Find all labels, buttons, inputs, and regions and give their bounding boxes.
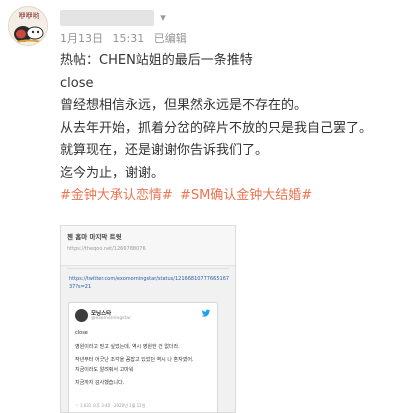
hashtag-link[interactable]: #金钟大承认恋情# xyxy=(60,188,173,203)
avatar-text: 咿咿哟 xyxy=(19,11,40,20)
post-meta: 1月13日 15:31 已编辑 xyxy=(60,30,193,46)
tweet-footer: ♡ 1,631 오후 3:40 · 2020년 1월 12일 xyxy=(75,403,146,408)
tweet-handle: @exomorningstar xyxy=(91,316,131,321)
chevron-down-icon[interactable]: ▾ xyxy=(156,11,170,25)
tweet-line: 지금까지 감사했습니다. xyxy=(75,380,125,386)
tweet-line: 영원이라고 믿고 싶었는데, 역시 영원한 건 없더라. xyxy=(75,343,180,350)
image-tweet-link: https://twitter.com/exomorningstar/statu… xyxy=(69,276,230,290)
cartoon-avatar-icon: 咿咿哟 xyxy=(9,7,47,45)
tweet-avatar xyxy=(75,309,88,322)
post-line: close xyxy=(60,75,94,91)
post-tags: #金钟大承认恋情# #SM确认金钟大结婚# xyxy=(60,185,396,208)
post-body: 热帖：CHEN站姐的最后一条推特 close 曾经想相信永远，但果然永远是不存在… xyxy=(60,50,396,208)
username[interactable] xyxy=(60,10,154,26)
tweet-text: close 영원이라고 믿고 싶었는데, 역시 영원한 건 없더라. 작년부터 … xyxy=(75,329,211,389)
post-header: 咿咿哟 ▾ 1月13日 15:31 已编辑 xyxy=(8,6,394,46)
image-article-url: https://theqoo.net/1266788076 xyxy=(67,246,146,252)
post-time[interactable]: 15:31 xyxy=(113,32,145,45)
post-image[interactable]: 첸 홈마 마지막 트윗 https://theqoo.net/126678807… xyxy=(60,225,236,413)
embedded-tweet: 모닝스타 @exomorningstar close 영원이라고 믿고 싶었는데… xyxy=(68,302,218,412)
divider xyxy=(67,268,229,269)
image-article-title: 첸 홈마 마지막 트윗 xyxy=(67,233,122,241)
twitter-bird-icon xyxy=(201,309,211,317)
avatar[interactable]: 咿咿哟 xyxy=(8,6,48,46)
tweet-line: 지금이라도 알려줘서 고마워 xyxy=(75,366,134,373)
hashtag-link[interactable]: #SM确认金钟大结婚# xyxy=(180,188,312,203)
tweet-line: 작년부터 어긋난 조각을 꼼잡고 있었던 역시 나 혼자였어. xyxy=(75,357,194,363)
post-line: 就算现在，还是谢谢你告诉我们了。 xyxy=(60,143,269,158)
post-line: 迄今为止，谢谢。 xyxy=(60,165,165,181)
image-article-header: 첸 홈마 마지막 트윗 https://theqoo.net/126678807… xyxy=(61,226,235,266)
post-date[interactable]: 1月13日 xyxy=(60,32,103,45)
edited-label[interactable]: 已编辑 xyxy=(154,32,187,45)
tweet-line: close xyxy=(75,330,88,336)
post-line: 热帖：CHEN站姐的最后一条推特 xyxy=(60,53,253,68)
post-line: 曾经想相信永远，但果然永远是不存在的。 xyxy=(60,98,308,113)
post-line: 从去年开始，抓着分岔的碎片不放的只是我自己罢了。 xyxy=(60,120,373,136)
